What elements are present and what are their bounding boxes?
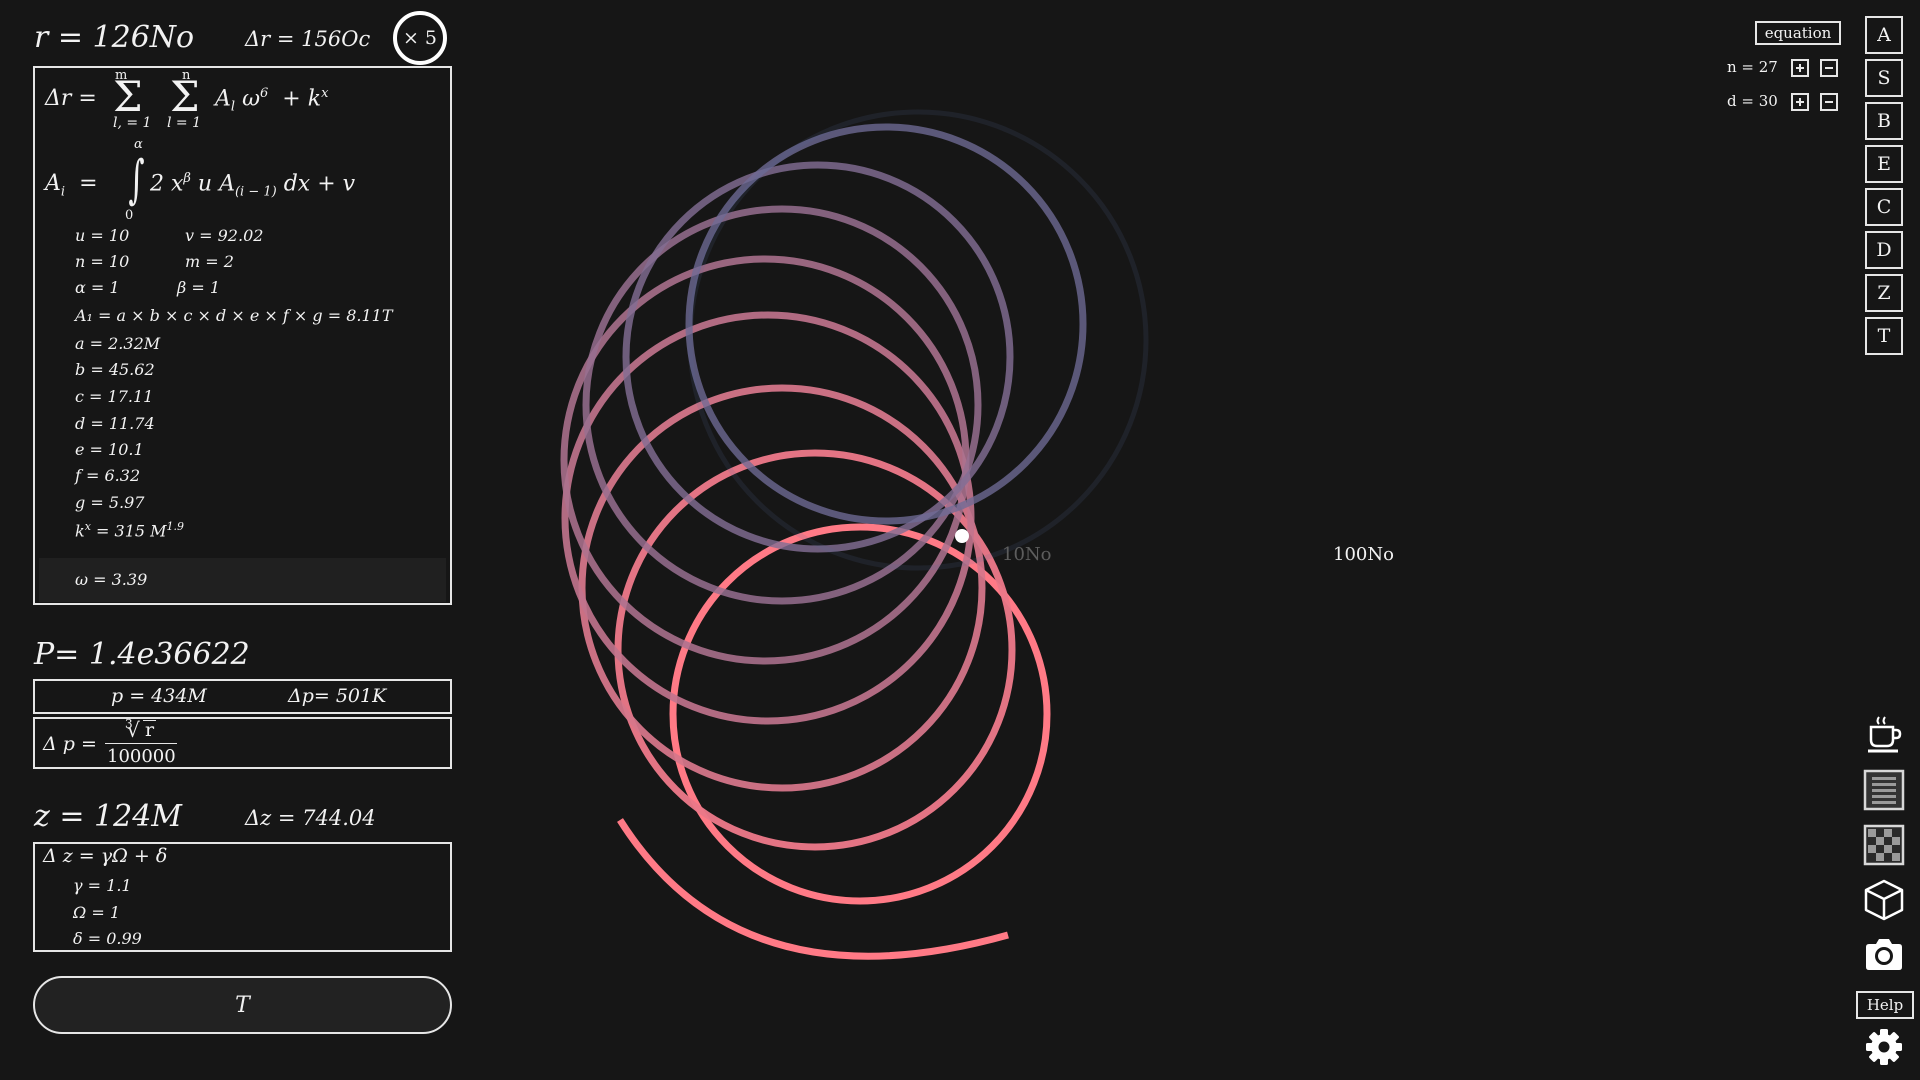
multiplier-button[interactable]: × 5 bbox=[393, 11, 447, 65]
dr-value: Δr = 156Oc bbox=[245, 27, 371, 51]
help-button[interactable]: Help bbox=[1856, 991, 1914, 1019]
dz-value: Δz = 744.04 bbox=[245, 806, 376, 830]
letter-button-d[interactable]: D bbox=[1865, 231, 1903, 269]
var-b: b = 45.62 bbox=[75, 360, 155, 379]
sum1-sign: Σ bbox=[113, 72, 143, 121]
spiral-loop bbox=[614, 449, 1016, 851]
var-Omega: Ω = 1 bbox=[73, 903, 121, 922]
var-d: d = 11.74 bbox=[75, 414, 155, 433]
spiral-loop bbox=[622, 161, 1014, 553]
dp-formula-lhs: Δ p = bbox=[43, 733, 97, 755]
scale-label-outer: 100No bbox=[1333, 544, 1394, 565]
p-box: p = 434M Δp= 501K bbox=[33, 679, 452, 714]
dp-formula-box: Δ p = 3 √ r 100000 bbox=[33, 717, 452, 769]
dr-formula-lhs: Δr = bbox=[45, 86, 97, 111]
spiral-loop bbox=[560, 255, 970, 665]
omega-row[interactable]: ω = 3.39 bbox=[39, 558, 446, 602]
var-omega: ω = 3.39 bbox=[75, 570, 148, 589]
var-g: g = 5.97 bbox=[75, 493, 145, 512]
letter-button-c[interactable]: C bbox=[1865, 188, 1903, 226]
d-plus-button[interactable] bbox=[1791, 93, 1809, 111]
integral-sign: ∫ bbox=[128, 150, 145, 210]
n-param-label: n = 27 bbox=[1727, 58, 1778, 76]
sum1-lower: l, = 1 bbox=[113, 115, 152, 131]
z-formula-box: Δ z = γΩ + δ γ = 1.1 Ω = 1 δ = 0.99 bbox=[33, 842, 452, 952]
sum2-lower: l = 1 bbox=[167, 115, 202, 131]
d-minus-button[interactable] bbox=[1820, 93, 1838, 111]
letter-button-a[interactable]: A bbox=[1865, 16, 1903, 54]
dp-numerator: r bbox=[143, 719, 157, 741]
cube-icon[interactable] bbox=[1862, 878, 1906, 922]
dp-root-sign: √ bbox=[127, 718, 140, 742]
spiral-loop bbox=[578, 384, 986, 792]
var-e: e = 10.1 bbox=[75, 440, 144, 459]
d-param-label: d = 30 bbox=[1727, 92, 1778, 110]
list-view-icon[interactable] bbox=[1862, 768, 1906, 812]
var-a: a = 2.32M bbox=[75, 334, 161, 353]
spiral-loop bbox=[582, 205, 982, 605]
dr-formula-body: Al ω6 + kx bbox=[215, 86, 329, 115]
gear-icon[interactable] bbox=[1864, 1027, 1904, 1067]
var-gamma: γ = 1.1 bbox=[73, 876, 132, 895]
letter-button-e[interactable]: E bbox=[1865, 145, 1903, 183]
spiral-loop bbox=[687, 109, 1149, 571]
t-button[interactable]: T bbox=[33, 976, 452, 1034]
equation-button[interactable]: equation bbox=[1755, 21, 1841, 45]
coffee-cup-icon[interactable] bbox=[1862, 712, 1906, 756]
letter-button-b[interactable]: B bbox=[1865, 102, 1903, 140]
ai-formula-body: 2 xβ u A(i − 1) dx + v bbox=[150, 171, 356, 200]
p-rate: p = 434M bbox=[111, 685, 207, 707]
convergence-point bbox=[955, 529, 969, 543]
z-value: z = 124M bbox=[34, 799, 182, 834]
camera-icon[interactable] bbox=[1862, 933, 1906, 977]
spiral-loops bbox=[560, 109, 1149, 960]
sum2-sign: Σ bbox=[170, 72, 200, 121]
letter-button-z[interactable]: Z bbox=[1865, 274, 1903, 312]
letter-button-t[interactable]: T bbox=[1865, 317, 1903, 355]
dp-rate: Δp= 501K bbox=[288, 685, 387, 707]
dz-formula: Δ z = γΩ + δ bbox=[43, 845, 168, 867]
n-minus-button[interactable] bbox=[1820, 59, 1838, 77]
spiral-loop bbox=[669, 523, 1051, 905]
r-value: r = 126No bbox=[34, 20, 195, 55]
var-row-nm: n = 10 m = 2 bbox=[75, 252, 234, 271]
dp-denominator: 100000 bbox=[107, 746, 176, 767]
spiral-loop bbox=[685, 123, 1087, 525]
var-f: f = 6.32 bbox=[75, 466, 141, 485]
n-plus-button[interactable] bbox=[1791, 59, 1809, 77]
ai-formula-lhs: Ai = bbox=[45, 171, 98, 200]
var-c: c = 17.11 bbox=[75, 387, 154, 406]
var-row-alphabeta: α = 1β = 1 bbox=[75, 278, 221, 297]
p-value: P= 1.4e36622 bbox=[34, 637, 250, 672]
spiral-tail bbox=[617, 818, 1009, 960]
scale-label-inner: 10No bbox=[1002, 544, 1052, 565]
var-a1: A₁ = a × b × c × d × e × f × g = 8.11T bbox=[75, 306, 393, 325]
integral-lower: 0 bbox=[125, 208, 134, 223]
spiral-loop bbox=[561, 311, 975, 725]
var-delta: δ = 0.99 bbox=[73, 929, 142, 948]
var-kx: kx = 315 M1.9 bbox=[75, 520, 185, 541]
formula-box: Δr = m Σ l, = 1 n Σ l = 1 Al ω6 + kx Ai … bbox=[33, 66, 452, 605]
letter-button-s[interactable]: S bbox=[1865, 59, 1903, 97]
checkerboard-icon[interactable] bbox=[1862, 823, 1906, 867]
var-row-uv: u = 10 v = 92.02 bbox=[75, 226, 264, 245]
